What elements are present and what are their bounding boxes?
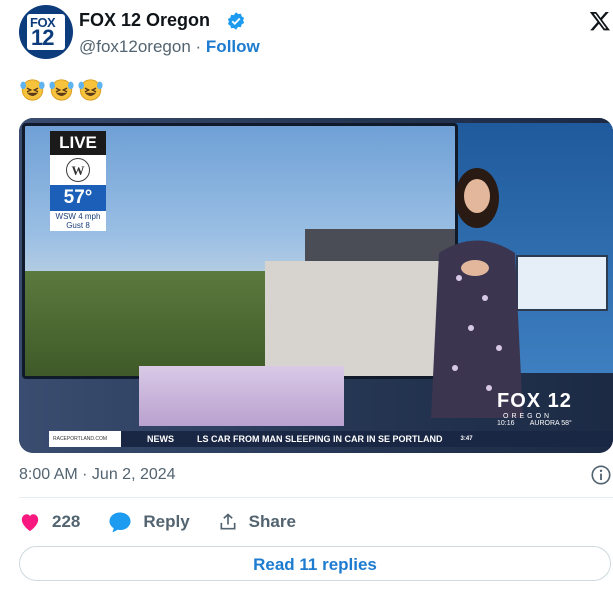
separator-dot: · xyxy=(195,37,202,56)
wind-speed: WSW 4 mph xyxy=(55,212,101,221)
follow-button[interactable]: Follow xyxy=(206,37,260,56)
wind-gust: Gust 8 xyxy=(66,221,90,230)
fox12-logo: FOX 12 xyxy=(27,14,65,50)
ticker-sponsor: RACEPORTLAND.COM xyxy=(49,431,121,447)
rofl-emoji-icon xyxy=(49,79,74,101)
station-bug: FOX 12 OREGON 10:16 AURORA 58° xyxy=(497,390,583,432)
account-handle-line: @fox12oregon · Follow xyxy=(79,37,260,57)
weather-graphic: LIVE W 57° WSW 4 mph Gust 8 xyxy=(50,131,106,231)
x-logo-icon[interactable] xyxy=(589,10,611,32)
bug-time: 10:16 xyxy=(497,420,515,427)
weather-logo: W xyxy=(50,155,106,185)
wind-info: WSW 4 mph Gust 8 xyxy=(50,211,106,231)
action-bar: 228 Reply Share xyxy=(19,508,324,536)
ticker-crawl: LS CAR FROM MAN SLEEPING IN CAR IN SE PO… xyxy=(197,434,443,444)
ticker-time: 3:47 xyxy=(460,436,473,442)
avatar-text-bottom: 12 xyxy=(31,25,55,50)
share-label: Share xyxy=(248,512,296,531)
account-handle[interactable]: @fox12oregon xyxy=(79,37,191,56)
meteorologist-figure xyxy=(431,168,523,418)
reply-icon xyxy=(109,512,131,533)
temperature: 57° xyxy=(50,185,106,211)
reply-button[interactable]: Reply xyxy=(108,511,190,533)
info-icon[interactable] xyxy=(590,464,612,486)
divider xyxy=(19,497,613,498)
heart-icon xyxy=(21,514,39,532)
like-button[interactable]: 228 xyxy=(19,512,80,532)
verified-badge-icon xyxy=(227,12,245,30)
post-video[interactable]: LIVE W 57° WSW 4 mph Gust 8 FOX 12 OREGO… xyxy=(19,118,613,453)
post-text-emojis xyxy=(19,77,104,103)
station-bug-name: FOX 12 xyxy=(497,390,572,412)
station-bug-sub: OREGON xyxy=(503,413,553,420)
share-button[interactable]: Share xyxy=(218,512,296,532)
rofl-emoji-icon xyxy=(78,79,103,101)
ticker-news-label: NEWS xyxy=(147,434,174,444)
avatar[interactable]: FOX 12 xyxy=(19,5,73,59)
post-header: FOX 12 FOX 12 Oregon @fox12oregon · Foll… xyxy=(19,5,613,63)
live-label: LIVE xyxy=(50,131,106,155)
studio-desk xyxy=(139,366,344,426)
rofl-emoji-icon xyxy=(20,79,45,101)
post-timestamp[interactable]: 8:00 AM · Jun 2, 2024 xyxy=(19,466,176,484)
winery-logo-icon: W xyxy=(66,158,90,182)
station-bug-info: 10:16 AURORA 58° xyxy=(497,420,583,427)
share-icon xyxy=(220,513,236,530)
like-count: 228 xyxy=(52,512,81,531)
news-ticker: RACEPORTLAND.COM NEWS LS CAR FROM MAN SL… xyxy=(49,431,613,447)
reply-label: Reply xyxy=(143,512,190,531)
read-replies-button[interactable]: Read 11 replies xyxy=(19,546,611,581)
account-name[interactable]: FOX 12 Oregon xyxy=(79,10,210,31)
bug-location: AURORA 58° xyxy=(529,420,572,427)
